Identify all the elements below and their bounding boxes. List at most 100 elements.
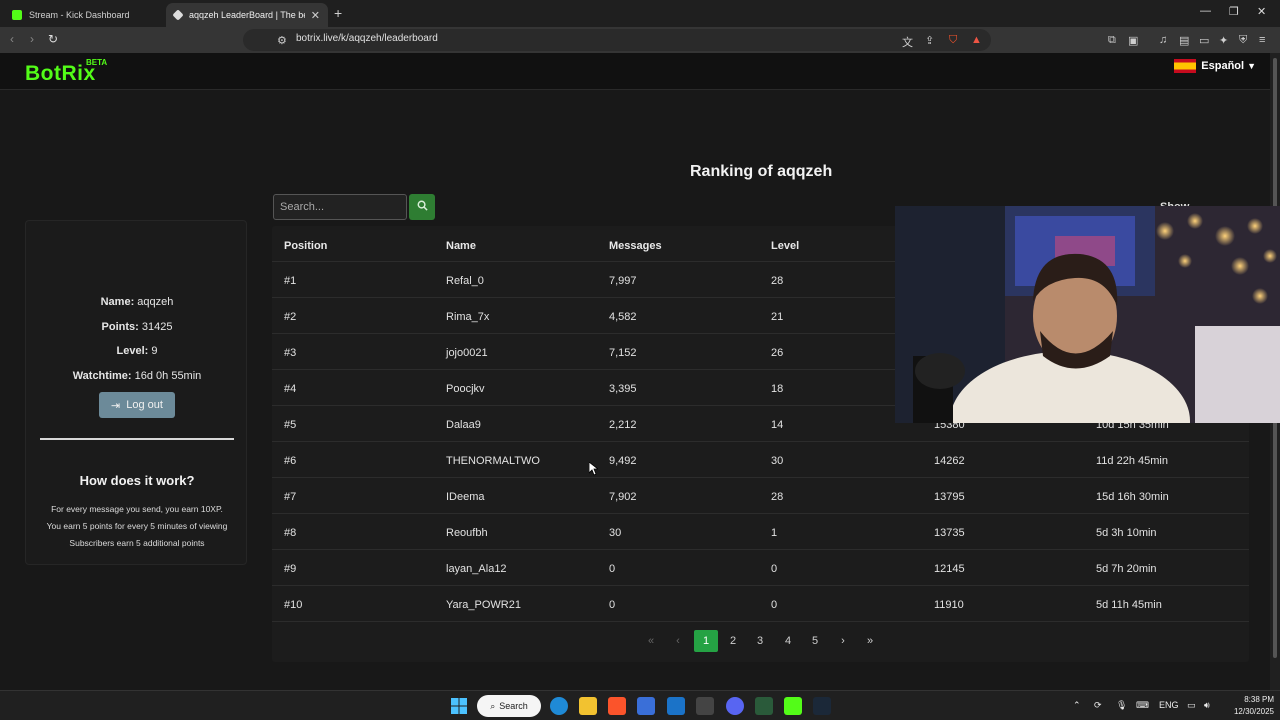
page-1[interactable]: 1 — [694, 630, 718, 652]
cell-watch: 5d 11h 45min — [1096, 599, 1162, 611]
cell-pos: #3 — [284, 347, 297, 359]
language-indicator[interactable]: ENG — [1159, 700, 1179, 710]
music-icon[interactable]: ♫ — [1159, 34, 1167, 46]
search-button[interactable] — [409, 194, 435, 220]
cell-level: 26 — [771, 347, 784, 359]
site-settings-icon[interactable]: ⚙ — [277, 34, 287, 47]
minimize-icon[interactable]: — — [1200, 5, 1211, 17]
share-icon[interactable]: ⇪ — [925, 34, 934, 47]
page-2[interactable]: 2 — [721, 630, 745, 652]
cell-points: 11910 — [934, 599, 964, 611]
cell-watch: 5d 7h 20min — [1096, 563, 1157, 575]
page-4[interactable]: 4 — [776, 630, 800, 652]
search-icon: ⌕ — [490, 700, 496, 711]
cell-name: Dalaa9 — [446, 419, 481, 431]
close-window-icon[interactable]: ✕ — [1257, 5, 1266, 18]
terminal-icon[interactable] — [755, 697, 773, 715]
search-input[interactable] — [273, 194, 407, 220]
column-header[interactable]: Messages — [609, 240, 662, 252]
cell-watch: 15d 16h 30min — [1096, 491, 1169, 503]
app-icon[interactable] — [696, 697, 714, 715]
menu-icon[interactable]: ≡ — [1259, 34, 1265, 46]
wallet-2-icon[interactable]: ▭ — [1199, 34, 1209, 47]
last-page-icon[interactable]: » — [858, 630, 882, 652]
wallet-icon[interactable]: ▣ — [1128, 34, 1138, 47]
tray-overflow-icon[interactable]: ⌃ — [1073, 700, 1081, 711]
page-title: Ranking of aqqzeh — [690, 163, 833, 180]
cell-pos: #8 — [284, 527, 297, 539]
browser-tab-bar: Stream - Kick Dashboard aqqzeh LeaderBoa… — [0, 0, 1280, 27]
microphone-icon[interactable]: 🎙︎ — [1116, 700, 1127, 711]
back-icon[interactable]: ‹ — [10, 32, 14, 46]
profile-name: Name: aqqzeh — [100, 296, 174, 308]
prev-page-icon[interactable]: ‹ — [666, 630, 690, 652]
cell-pos: #6 — [284, 455, 297, 467]
tab-leaderboard[interactable]: aqqzeh LeaderBoard | The best C ✕ — [166, 3, 328, 27]
column-header[interactable]: Name — [446, 240, 476, 252]
volume-icon[interactable]: 🔊︎ — [1204, 700, 1210, 711]
page-3[interactable]: 3 — [748, 630, 772, 652]
leo-ai-icon[interactable]: ✦ — [1219, 34, 1228, 47]
profile-level: Level: 9 — [116, 345, 158, 357]
taskbar-search[interactable]: ⌕ Search — [477, 695, 541, 717]
clock[interactable]: 8:38 PM 12/30/2025 — [1224, 694, 1274, 718]
cell-name: Refal_0 — [446, 275, 484, 287]
windows-start-icon[interactable] — [450, 697, 468, 715]
sidebar-icon[interactable]: ▤ — [1179, 34, 1189, 47]
column-header[interactable]: Level — [771, 240, 799, 252]
clock-date: 12/30/2025 — [1233, 707, 1274, 716]
kick-icon — [12, 10, 22, 20]
brave-rewards-icon[interactable]: ▲ — [971, 34, 982, 46]
vpn-icon[interactable]: ⛨ — [1239, 34, 1247, 47]
taskbar-search-label: Search — [499, 701, 528, 711]
store-icon[interactable] — [637, 697, 655, 715]
steam-icon[interactable] — [813, 697, 831, 715]
brave-shield-icon[interactable]: ⛉ — [949, 34, 957, 47]
discord-icon[interactable] — [726, 697, 744, 715]
kick-icon[interactable] — [784, 697, 802, 715]
forward-icon[interactable]: › — [30, 32, 34, 46]
tab-title: aqqzeh LeaderBoard | The best C — [189, 10, 305, 20]
cell-points: 13735 — [934, 527, 965, 539]
network-icon[interactable]: ▭ — [1187, 700, 1196, 711]
extensions-icon[interactable]: ⧉ — [1108, 34, 1116, 47]
cell-watch: 11d 22h 45min — [1096, 455, 1168, 467]
table-row: #8 Reoufbh 30 1 13735 5d 3h 10min — [272, 514, 1249, 550]
translate-icon[interactable]: 文 — [902, 34, 913, 50]
edge-icon[interactable] — [550, 697, 568, 715]
language-selector[interactable]: Español ▼ — [1174, 59, 1256, 73]
tab-title: Stream - Kick Dashboard — [29, 10, 130, 20]
mail-icon[interactable] — [667, 697, 685, 715]
logout-button[interactable]: ⇥ Log out — [99, 392, 175, 418]
table-row: #9 layan_Ala12 0 0 12145 5d 7h 20min — [272, 550, 1249, 586]
cell-points: 12145 — [934, 563, 965, 575]
file-explorer-icon[interactable] — [579, 697, 597, 715]
first-page-icon[interactable]: « — [639, 630, 663, 652]
keyboard-icon[interactable]: ⌨ — [1136, 700, 1149, 711]
cell-messages: 0 — [609, 599, 616, 611]
windows-taskbar: ⌕ Search ⌃ ⟳ 🎙︎ ⌨ ENG ▭ 🔊︎ 8:38 PM 12/30… — [0, 690, 1280, 720]
restore-icon[interactable]: ❐ — [1229, 5, 1239, 18]
cell-pos: #10 — [284, 599, 303, 611]
cell-pos: #2 — [284, 311, 297, 323]
search-icon — [417, 200, 428, 214]
sync-icon[interactable]: ⟳ — [1094, 700, 1102, 711]
url-text[interactable]: botrix.live/k/aqqzeh/leaderboard — [296, 33, 438, 44]
cell-watch: 5d 3h 10min — [1096, 527, 1157, 539]
page-5[interactable]: 5 — [803, 630, 827, 652]
brave-icon[interactable] — [608, 697, 626, 715]
cell-level: 30 — [771, 455, 784, 467]
beta-badge: BETA — [86, 58, 108, 67]
cell-pos: #1 — [284, 275, 297, 287]
profile-points: Points: 31425 — [101, 321, 173, 333]
column-header[interactable]: Position — [284, 240, 327, 252]
cell-name: layan_Ala12 — [446, 563, 507, 575]
next-page-icon[interactable]: › — [831, 630, 855, 652]
cell-pos: #4 — [284, 383, 297, 395]
cell-messages: 3,395 — [609, 383, 637, 395]
cell-level: 28 — [771, 491, 784, 503]
new-tab-button[interactable]: + — [334, 5, 342, 21]
close-tab-icon[interactable]: ✕ — [311, 9, 320, 22]
reload-icon[interactable]: ↻ — [48, 32, 58, 46]
tab-kick-dashboard[interactable]: Stream - Kick Dashboard — [4, 3, 166, 27]
